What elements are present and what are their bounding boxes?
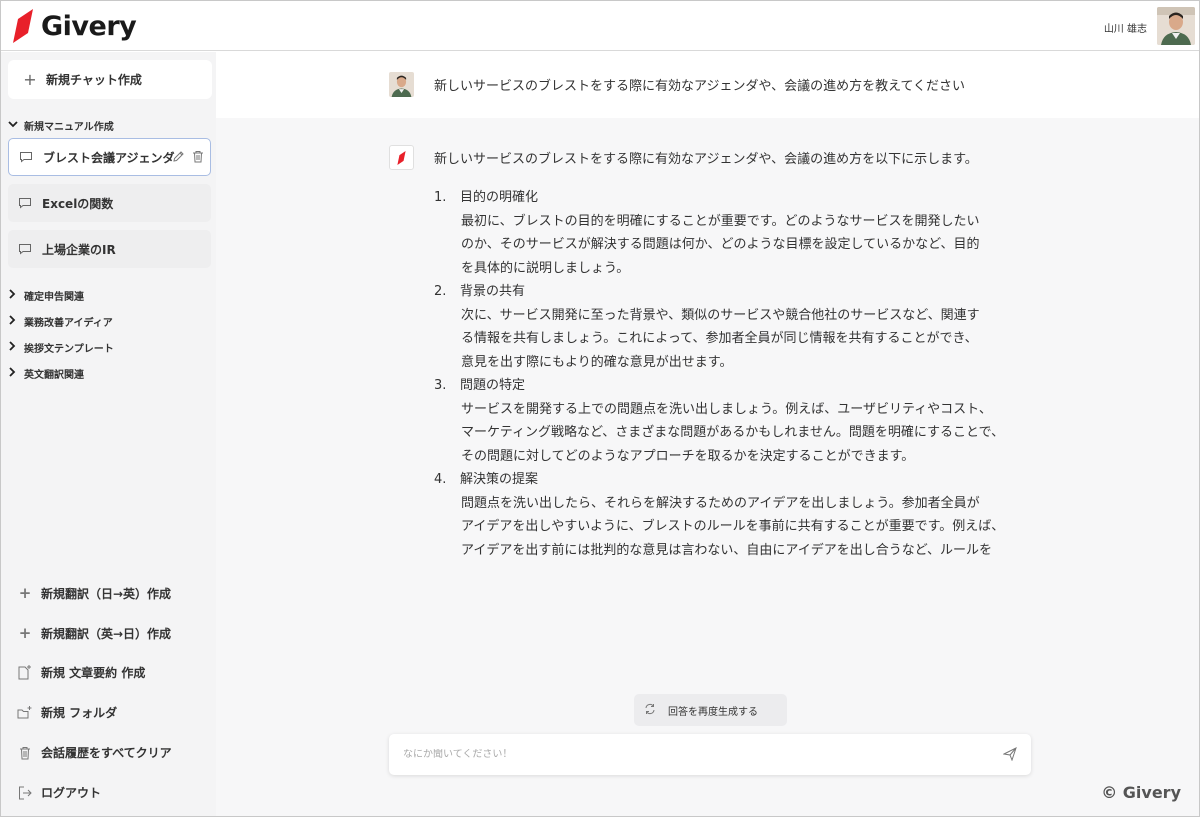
new-chat-label: 新規チャット作成: [46, 73, 142, 87]
chat-input-container: [389, 734, 1031, 775]
new-summary-button[interactable]: 新規 文章要約 作成: [17, 664, 145, 681]
list-item: 4. 解決策の提案 問題点を洗い出したら、それらを解決するためのアイデアを出しまし…: [434, 468, 1034, 562]
list-item-number: 2.: [434, 284, 447, 299]
folder-greeting-templates[interactable]: 挨拶文テンプレート: [8, 340, 114, 355]
list-item-title: 問題の特定: [460, 378, 526, 393]
app-window: Givery 山川 雄志 + 新規チャット作成 新規マニュアル作成 ブレスト会議…: [0, 0, 1200, 817]
send-icon[interactable]: [1003, 747, 1017, 761]
folder-tax-return[interactable]: 確定申告関連: [8, 288, 84, 303]
chat-item-label: ブレスト会議アジェンダ: [43, 150, 175, 165]
logo[interactable]: Givery: [13, 9, 137, 43]
folder-label: 新規マニュアル作成: [24, 122, 114, 133]
plus-icon: +: [23, 70, 37, 89]
new-chat-button[interactable]: + 新規チャット作成: [8, 60, 212, 99]
logout-button[interactable]: ログアウト: [17, 784, 101, 801]
chat-item-label: 上場企業のIR: [42, 242, 116, 257]
new-translation-ej-button[interactable]: + 新規翻訳（英→日）作成: [17, 624, 171, 642]
assistant-avatar: [389, 145, 414, 170]
clear-history-button[interactable]: 会話履歴をすべてクリア: [17, 744, 172, 761]
logout-label: ログアウト: [41, 786, 102, 800]
regenerate-button[interactable]: 回答を再度生成する: [634, 694, 787, 726]
edit-pencil-icon[interactable]: [172, 150, 185, 163]
new-summary-label: 新規 文章要約 作成: [41, 666, 146, 680]
chat-bubble-icon: [20, 152, 32, 163]
folder-new-manual[interactable]: 新規マニュアル作成: [8, 118, 114, 133]
sidebar: + 新規チャット作成 新規マニュアル作成 ブレスト会議アジェンダ Excelの関…: [1, 52, 216, 816]
list-item-number: 3.: [434, 378, 447, 393]
folder-label: 確定申告関連: [24, 292, 84, 303]
list-item-title: 背景の共有: [460, 284, 526, 299]
new-document-icon: [17, 664, 33, 681]
new-translation-je-label: 新規翻訳（日→英）作成: [41, 586, 172, 601]
chat-item-brainstorm-agenda[interactable]: ブレスト会議アジェンダ: [8, 138, 211, 176]
list-item-number: 4.: [434, 472, 447, 487]
folder-business-improvement[interactable]: 業務改善アイディア: [8, 314, 113, 329]
person-avatar-icon: [389, 72, 414, 97]
logo-text: Givery: [41, 10, 137, 42]
givery-logo-icon: [397, 150, 406, 165]
user-name: 山川 雄志: [1103, 24, 1147, 35]
chevron-right-icon: [8, 289, 20, 302]
chevron-down-icon: [8, 120, 20, 131]
chat-input[interactable]: [403, 749, 993, 760]
folder-label: 英文翻訳関連: [24, 370, 84, 381]
new-folder-button[interactable]: 新規 フォルダ: [17, 704, 117, 721]
folder-english-translation[interactable]: 英文翻訳関連: [8, 366, 84, 381]
person-avatar-icon: [1157, 7, 1195, 45]
new-translation-ej-label: 新規翻訳（英→日）作成: [41, 626, 172, 641]
logout-icon: [17, 786, 33, 800]
folder-label: 挨拶文テンプレート: [24, 344, 114, 355]
trash-icon[interactable]: [192, 150, 204, 163]
list-item-body: 問題点を洗い出したら、それらを解決するためのアイデアを出しましょう。参加者全員が…: [461, 495, 1005, 558]
list-item: 1. 目的の明確化 最初に、ブレストの目的を明確にすることが重要です。どのようなサ…: [434, 186, 1034, 280]
trash-icon: [17, 746, 33, 760]
chat-item-excel-functions[interactable]: Excelの関数: [8, 184, 211, 222]
folder-label: 業務改善アイディア: [24, 318, 113, 329]
chat-item-label: Excelの関数: [42, 196, 114, 211]
assistant-intro-text: 新しいサービスのブレストをする際に有効なアジェンダや、会議の進め方を以下に示しま…: [434, 152, 978, 167]
list-item-number: 1.: [434, 190, 447, 205]
chat-bubble-icon: [19, 198, 31, 209]
list-item: 2. 背景の共有 次に、サービス開発に至った背景や、類似のサービスや競合他社のサー…: [434, 280, 1034, 374]
chevron-right-icon: [8, 315, 20, 328]
list-item-body: 最初に、ブレストの目的を明確にすることが重要です。どのようなサービスを開発したい…: [461, 213, 980, 276]
list-item-body: 次に、サービス開発に至った背景や、類似のサービスや競合他社のサービスなど、関連す…: [461, 307, 980, 370]
chevron-right-icon: [8, 367, 20, 380]
copyright: © Givery: [1101, 783, 1181, 802]
user-message-row: 新しいサービスのブレストをする際に有効なアジェンダや、会議の進め方を教えてくださ…: [216, 52, 1199, 118]
list-item-body: サービスを開発する上での問題点を洗い出しましょう。例えば、ユーザビリティやコスト…: [461, 401, 1005, 464]
new-folder-label: 新規 フォルダ: [41, 706, 118, 720]
new-folder-icon: [17, 705, 33, 720]
chat-item-listed-company-ir[interactable]: 上場企業のIR: [8, 230, 211, 268]
list-item-title: 解決策の提案: [460, 472, 539, 487]
clear-history-label: 会話履歴をすべてクリア: [41, 746, 172, 760]
list-item-title: 目的の明確化: [460, 190, 539, 205]
refresh-icon: [644, 703, 656, 718]
plus-icon: +: [18, 624, 32, 642]
header: Givery 山川 雄志: [1, 1, 1199, 51]
user-avatar[interactable]: [1157, 7, 1195, 45]
chat-bubble-icon: [19, 244, 31, 255]
user-avatar-small: [389, 72, 414, 97]
plus-icon: +: [18, 584, 32, 602]
user-message-text: 新しいサービスのブレストをする際に有効なアジェンダや、会議の進め方を教えてくださ…: [434, 79, 966, 94]
new-translation-je-button[interactable]: + 新規翻訳（日→英）作成: [17, 584, 171, 602]
chat-main: 新しいサービスのブレストをする際に有効なアジェンダや、会議の進め方を教えてくださ…: [216, 52, 1199, 816]
regenerate-label: 回答を再度生成する: [668, 706, 758, 718]
list-item: 3. 問題の特定 サービスを開発する上での問題点を洗い出しましょう。例えば、ユーザ…: [434, 374, 1034, 468]
givery-logo-icon: [13, 9, 33, 43]
assistant-answer-list: 1. 目的の明確化 最初に、ブレストの目的を明確にすることが重要です。どのようなサ…: [434, 186, 1034, 562]
chevron-right-icon: [8, 341, 20, 354]
